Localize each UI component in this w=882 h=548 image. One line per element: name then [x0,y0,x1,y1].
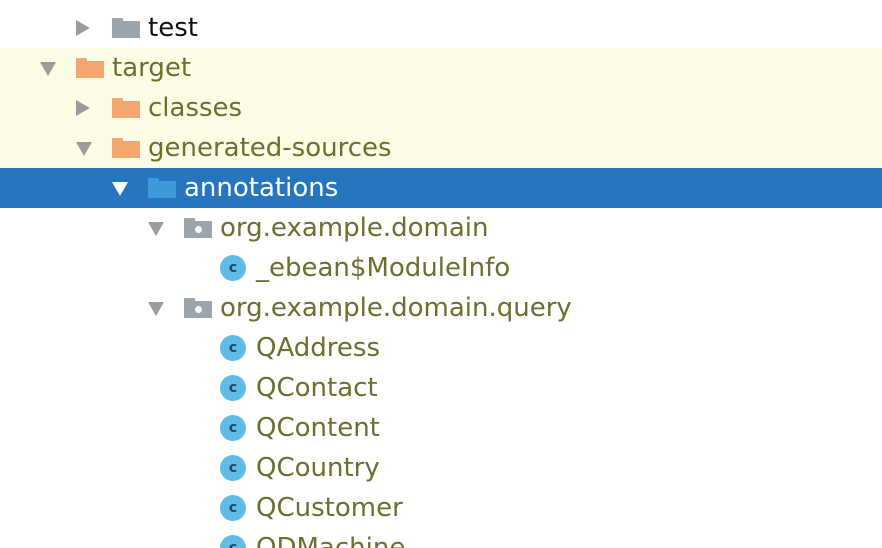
tree-item-label: QContent [256,413,380,443]
excluded-folder-icon [112,98,140,118]
tree-item-label: QDMachine [256,533,406,548]
tree-row-package-domain[interactable]: org.example.domain [0,208,882,248]
tree-item-label: annotations [184,173,339,203]
tree-row-annotations[interactable]: annotations [0,168,882,208]
class-icon: c [220,335,246,361]
tree-row-cut [0,0,882,8]
class-icon: c [220,375,246,401]
class-icon: c [220,415,246,441]
class-icon: c [220,495,246,521]
tree-row-class[interactable]: c QAddress [0,328,882,368]
tree-item-label: classes [148,93,243,123]
tree-row-module-info[interactable]: c _ebean$ModuleInfo [0,248,882,288]
tree-row-generated-sources[interactable]: generated-sources [0,128,882,168]
collapse-arrow-icon[interactable] [148,302,164,316]
package-icon [184,218,212,238]
collapse-arrow-icon[interactable] [112,182,128,196]
tree-item-label: QContact [256,373,378,403]
tree-item-label: org.example.domain [220,213,489,243]
project-tree: test target classes generated-sources an… [0,0,882,548]
tree-item-label: generated-sources [148,133,392,163]
class-icon: c [220,455,246,481]
expand-arrow-icon[interactable] [76,20,90,36]
folder-icon [112,18,140,38]
class-icon: c [220,535,246,548]
collapse-arrow-icon[interactable] [40,62,56,76]
tree-row-target[interactable]: target [0,48,882,88]
tree-item-label: QCountry [256,453,380,483]
source-folder-icon [148,178,176,198]
tree-item-label: target [112,53,192,83]
tree-row-class[interactable]: c QCountry [0,448,882,488]
class-icon: c [220,255,246,281]
expand-arrow-icon[interactable] [76,100,90,116]
collapse-arrow-icon[interactable] [76,142,92,156]
tree-row-classes[interactable]: classes [0,88,882,128]
tree-item-label: QCustomer [256,493,403,523]
tree-row-test[interactable]: test [0,8,882,48]
tree-row-package-query[interactable]: org.example.domain.query [0,288,882,328]
tree-item-label: QAddress [256,333,381,363]
tree-item-label: _ebean$ModuleInfo [256,253,511,283]
collapse-arrow-icon[interactable] [148,222,164,236]
package-icon [184,298,212,318]
tree-row-class[interactable]: c QContent [0,408,882,448]
tree-row-class[interactable]: c QCustomer [0,488,882,528]
tree-row-class[interactable]: c QContact [0,368,882,408]
tree-item-label: org.example.domain.query [220,293,572,323]
tree-row-class[interactable]: c QDMachine [0,528,882,548]
tree-item-label: test [148,13,198,43]
excluded-folder-icon [76,58,104,78]
excluded-folder-icon [112,138,140,158]
